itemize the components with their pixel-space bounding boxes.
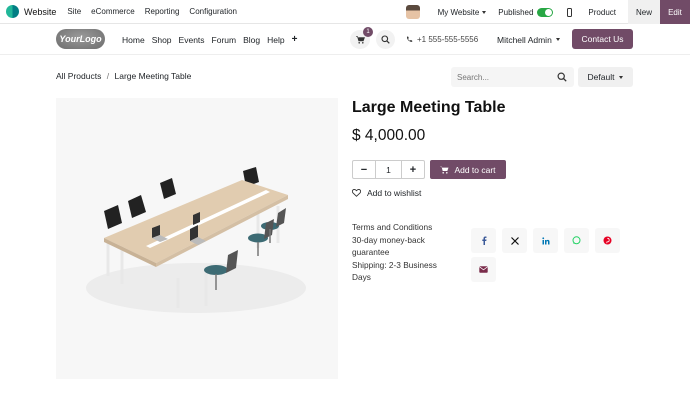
phone-link[interactable]: +1 555-555-5556 <box>406 24 478 55</box>
cart-icon <box>440 166 449 174</box>
new-label: New <box>635 7 652 17</box>
phone-icon <box>406 36 413 42</box>
whatsapp-share-button[interactable] <box>564 228 589 253</box>
chevron-down-icon <box>482 10 487 14</box>
chevron-down-icon <box>619 75 624 79</box>
product-button[interactable]: Product <box>588 8 616 17</box>
user-name: Mitchell Admin <box>497 34 552 45</box>
mobile-preview-icon[interactable] <box>567 7 573 17</box>
x-share-button[interactable] <box>502 228 527 253</box>
terms-link[interactable]: Terms and Conditions <box>352 221 452 234</box>
add-to-cart-label: Add to cart <box>454 164 496 175</box>
search-input[interactable] <box>451 72 551 82</box>
email-icon <box>479 266 488 273</box>
chevron-down-icon <box>555 38 560 41</box>
toggle-switch[interactable] <box>537 7 554 17</box>
search-button[interactable] <box>376 30 395 49</box>
sort-label: Default <box>587 72 615 82</box>
edit-button[interactable]: Edit <box>660 0 690 24</box>
publish-toggle[interactable]: Published <box>498 7 554 17</box>
edit-label: Edit <box>668 7 682 17</box>
product-price: $ 4,000.00 <box>352 127 426 144</box>
x-icon <box>510 236 519 245</box>
breadcrumb: All Products / Large Meeting Table <box>56 71 191 81</box>
product-terms: Terms and Conditions 30-day money-back g… <box>352 221 452 284</box>
plus-button[interactable]: + <box>402 161 424 178</box>
contact-us-label: Contact Us <box>581 34 624 44</box>
wishlist-label: Add to wishlist <box>367 188 422 198</box>
search-icon <box>381 35 390 44</box>
minus-button[interactable]: − <box>353 161 375 178</box>
site-logo[interactable]: YourLogo <box>56 29 105 49</box>
logo-text: YourLogo <box>59 34 102 44</box>
cart-count-badge: 1 <box>363 27 373 37</box>
admin-bar: Website Site eCommerce Reporting Configu… <box>0 0 690 24</box>
app-name[interactable]: Website <box>24 7 56 17</box>
menu-configuration[interactable]: Configuration <box>189 7 237 16</box>
search-icon[interactable] <box>557 72 567 82</box>
facebook-share-button[interactable] <box>471 228 496 253</box>
menu-site[interactable]: Site <box>67 7 81 16</box>
product-image[interactable] <box>56 98 338 379</box>
sort-dropdown[interactable]: Default <box>578 67 633 87</box>
linkedin-icon <box>541 236 549 244</box>
menu-ecommerce[interactable]: eCommerce <box>91 7 135 16</box>
website-switcher-label: My Website <box>437 7 480 17</box>
user-avatar[interactable] <box>405 5 420 19</box>
nav-home[interactable]: Home <box>122 35 145 45</box>
nav-blog[interactable]: Blog <box>243 35 260 45</box>
nav-forum[interactable]: Forum <box>212 35 237 45</box>
product-search <box>451 67 574 87</box>
whatsapp-icon <box>572 236 581 245</box>
heart-icon <box>352 189 361 197</box>
breadcrumb-separator: / <box>106 71 110 81</box>
nav-help[interactable]: Help <box>267 35 284 45</box>
product-title: Large Meeting Table <box>352 99 506 116</box>
email-share-button[interactable] <box>471 257 496 282</box>
pinterest-share-button[interactable] <box>595 228 620 253</box>
meeting-table-image <box>86 167 306 313</box>
new-button[interactable]: New <box>628 0 660 24</box>
quantity-input[interactable]: 1 <box>375 161 402 178</box>
contact-us-button[interactable]: Contact Us <box>572 29 633 49</box>
published-label: Published <box>498 7 534 17</box>
cart-button[interactable]: 1 <box>350 27 373 49</box>
phone-number: +1 555-555-5556 <box>417 35 479 44</box>
cart-icon <box>355 35 365 44</box>
breadcrumb-current: Large Meeting Table <box>114 71 192 81</box>
website-app-icon[interactable] <box>6 5 19 18</box>
website-switcher[interactable]: My Website <box>438 8 487 17</box>
facebook-icon <box>481 236 486 245</box>
quantity-stepper: − 1 + <box>352 160 425 179</box>
site-navbar: YourLogo Home Shop Events Forum Blog Hel… <box>0 24 690 55</box>
nav-shop[interactable]: Shop <box>152 35 172 45</box>
nav-events[interactable]: Events <box>179 35 205 45</box>
pinterest-icon <box>603 236 612 245</box>
plus-icon[interactable]: + <box>292 34 298 45</box>
menu-reporting[interactable]: Reporting <box>145 7 180 16</box>
nav-links: Home Shop Events Forum Blog Help + <box>122 24 304 55</box>
add-to-cart-button[interactable]: Add to cart <box>430 160 506 179</box>
user-menu[interactable]: Mitchell Admin <box>497 24 560 55</box>
add-to-wishlist[interactable]: Add to wishlist <box>352 188 421 198</box>
shipping-text: Shipping: 2-3 Business Days <box>352 259 437 283</box>
linkedin-share-button[interactable] <box>533 228 558 253</box>
breadcrumb-all-products[interactable]: All Products <box>56 71 101 81</box>
money-back-text: 30-day money-back guarantee <box>352 234 425 258</box>
